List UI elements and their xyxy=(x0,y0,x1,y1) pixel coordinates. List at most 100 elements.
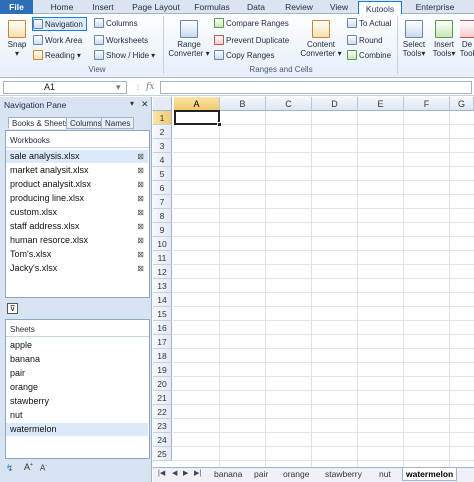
filter-icon[interactable]: ⊽ xyxy=(7,303,18,314)
navigation-button[interactable]: Navigation xyxy=(32,17,87,31)
formula-input[interactable] xyxy=(160,81,472,94)
close-icon[interactable]: ⊠ xyxy=(137,150,144,163)
workbook-item[interactable]: sale analysis.xlsx ⊠ xyxy=(6,150,148,163)
tab-view[interactable]: View xyxy=(325,0,353,14)
prev-sheet-icon[interactable]: ◀ xyxy=(172,469,177,477)
row-header[interactable]: 25 xyxy=(153,447,172,461)
pane-tab-names[interactable]: Names xyxy=(101,117,135,129)
row-header[interactable]: 2 xyxy=(153,125,172,139)
column-header[interactable]: A xyxy=(174,97,220,111)
sheet-tab[interactable]: stawberry xyxy=(322,468,365,481)
row-header[interactable]: 12 xyxy=(153,265,172,279)
tab-home[interactable]: Home xyxy=(44,0,80,14)
sheet-item[interactable]: nut xyxy=(10,409,148,422)
close-icon[interactable]: ⊠ xyxy=(137,234,144,247)
insert-tools-button[interactable]: Insert Tools▾ xyxy=(430,20,458,58)
pane-tab-books-sheets[interactable]: Books & Sheets xyxy=(8,117,73,129)
sheet-item[interactable]: pair xyxy=(10,367,148,380)
chevron-down-icon[interactable]: ▾ xyxy=(130,99,134,108)
row-header[interactable]: 16 xyxy=(153,321,172,335)
column-header[interactable]: B xyxy=(220,97,266,111)
row-header[interactable]: 21 xyxy=(153,391,172,405)
workbook-item[interactable]: Tom's.xlsx ⊠ xyxy=(10,248,148,261)
chevron-down-icon[interactable]: ▾ xyxy=(116,82,121,93)
workbook-item[interactable]: Jacky's.xlsx ⊠ xyxy=(10,262,148,275)
tab-page-layout[interactable]: Page Layout xyxy=(128,0,184,14)
fx-icon[interactable]: fx xyxy=(146,82,154,92)
font-increase-icon[interactable]: A+ xyxy=(24,462,33,472)
row-header[interactable]: 9 xyxy=(153,223,172,237)
last-sheet-icon[interactable]: ▶| xyxy=(194,469,201,477)
workbook-item[interactable]: producing line.xlsx ⊠ xyxy=(10,192,148,205)
close-icon[interactable]: ⊠ xyxy=(137,206,144,219)
reading-button[interactable]: Reading ▾ xyxy=(33,50,81,60)
next-sheet-icon[interactable]: ▶ xyxy=(183,469,188,477)
row-header[interactable]: 17 xyxy=(153,335,172,349)
prevent-duplicate-button[interactable]: Prevent Duplicate xyxy=(214,35,289,45)
column-header[interactable]: E xyxy=(358,97,404,111)
round-button[interactable]: Round xyxy=(347,35,383,45)
row-header[interactable]: 4 xyxy=(153,153,172,167)
close-icon[interactable]: ⊠ xyxy=(137,178,144,191)
workbook-item[interactable]: human resorce.xlsx ⊠ xyxy=(10,234,148,247)
column-header[interactable]: G xyxy=(450,97,474,111)
tab-file[interactable]: File xyxy=(0,0,33,14)
close-icon[interactable]: ⊠ xyxy=(137,248,144,261)
column-header[interactable]: C xyxy=(266,97,312,111)
pane-tab-columns[interactable]: Columns xyxy=(66,117,106,129)
snap-button[interactable]: Snap ▾ xyxy=(4,20,30,58)
fill-handle[interactable] xyxy=(217,122,222,127)
workbook-item[interactable]: staff address.xlsx ⊠ xyxy=(10,220,148,233)
close-icon[interactable]: ⊠ xyxy=(137,220,144,233)
row-header[interactable]: 18 xyxy=(153,349,172,363)
row-header[interactable]: 3 xyxy=(153,139,172,153)
sheet-tab[interactable]: banana xyxy=(211,468,245,481)
column-header[interactable]: D xyxy=(312,97,358,111)
workbook-item[interactable]: custom.xlsx ⊠ xyxy=(10,206,148,219)
row-header[interactable]: 22 xyxy=(153,405,172,419)
font-decrease-icon[interactable]: A- xyxy=(40,463,47,473)
close-icon[interactable]: ⊠ xyxy=(137,164,144,177)
sheet-tab-active[interactable]: watermelon xyxy=(402,468,458,481)
sheet-item[interactable]: banana xyxy=(10,353,148,366)
tab-formulas[interactable]: Formulas xyxy=(189,0,235,14)
sheet-item[interactable]: orange xyxy=(10,381,148,394)
sheet-item[interactable]: stawberry xyxy=(10,395,148,408)
row-header[interactable]: 19 xyxy=(153,363,172,377)
active-cell[interactable] xyxy=(174,110,220,125)
close-icon[interactable]: ⊠ xyxy=(137,262,144,275)
copy-ranges-button[interactable]: Copy Ranges xyxy=(214,50,274,60)
row-header[interactable]: 1 xyxy=(153,111,172,125)
refresh-icon[interactable]: ↯ xyxy=(6,463,14,474)
column-header[interactable]: F xyxy=(404,97,450,111)
tab-review[interactable]: Review xyxy=(280,0,318,14)
columns-button[interactable]: Columns xyxy=(94,18,138,28)
worksheets-button[interactable]: Worksheets xyxy=(94,35,148,45)
tab-data[interactable]: Data xyxy=(240,0,272,14)
range-converter-button[interactable]: Range Converter ▾ xyxy=(166,20,212,58)
row-header[interactable]: 23 xyxy=(153,419,172,433)
sheet-item[interactable]: watermelon xyxy=(6,423,148,436)
workbook-item[interactable]: product analysit.xlsx ⊠ xyxy=(10,178,148,191)
select-tools-button[interactable]: Select Tools▾ xyxy=(400,20,428,58)
sheet-tab[interactable]: pair xyxy=(251,468,271,481)
combine-button[interactable]: Combine xyxy=(347,50,391,60)
row-header[interactable]: 24 xyxy=(153,433,172,447)
row-header[interactable]: 10 xyxy=(153,237,172,251)
first-sheet-icon[interactable]: |◀ xyxy=(158,469,165,477)
tab-enterprise[interactable]: Enterprise xyxy=(408,0,462,14)
content-converter-button[interactable]: Content Converter ▾ xyxy=(297,20,345,58)
row-header[interactable]: 6 xyxy=(153,181,172,195)
delete-tools-button[interactable]: De Tool xyxy=(460,20,474,58)
close-icon[interactable]: ⊠ xyxy=(137,192,144,205)
close-icon[interactable]: ✕ xyxy=(141,99,149,110)
work-area-button[interactable]: Work Area xyxy=(33,35,82,45)
tab-insert[interactable]: Insert xyxy=(85,0,121,14)
tab-kutools[interactable]: Kutools xyxy=(358,1,402,15)
sheet-tab[interactable]: orange xyxy=(280,468,312,481)
row-header[interactable]: 11 xyxy=(153,251,172,265)
row-header[interactable]: 7 xyxy=(153,195,172,209)
row-header[interactable]: 20 xyxy=(153,377,172,391)
sheet-item[interactable]: apple xyxy=(10,339,148,352)
row-header[interactable]: 5 xyxy=(153,167,172,181)
